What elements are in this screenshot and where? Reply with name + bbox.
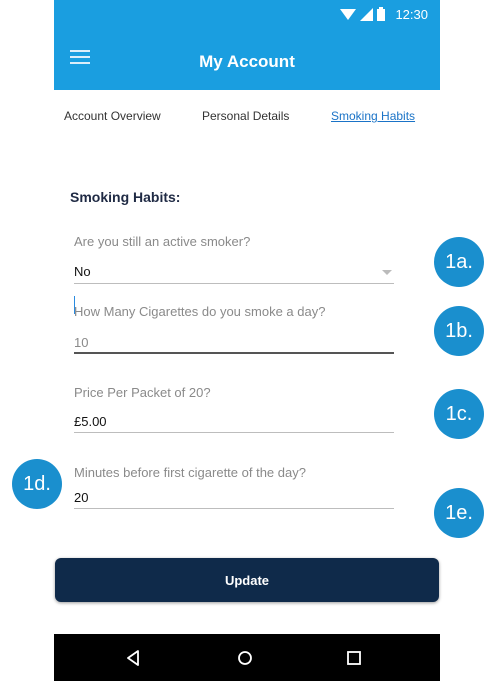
status-time: 12:30 [395, 6, 428, 22]
phone-screen: 12:30 My Account Account Overview Person… [54, 0, 440, 681]
back-icon[interactable] [121, 646, 145, 670]
annotation-badge-1d: 1d. [12, 459, 62, 509]
status-icons: 12:30 [340, 5, 428, 23]
update-button[interactable]: Update [55, 558, 439, 602]
annotation-badge-1a: 1a. [434, 237, 484, 287]
annotation-badge-1c: 1c. [434, 389, 484, 439]
annotation-badge-1b: 1b. [434, 306, 484, 356]
battery-icon [377, 7, 386, 21]
recents-icon[interactable] [342, 646, 366, 670]
minutes-first-cigarette-underline [74, 508, 394, 509]
tab-bar: Account Overview Personal Details Smokin… [62, 109, 432, 129]
active-smoker-label: Are you still an active smoker? [74, 234, 251, 249]
minutes-first-cigarette-input[interactable]: 20 [74, 490, 88, 505]
dropdown-arrow-icon[interactable] [382, 270, 392, 275]
tab-smoking-habits[interactable]: Smoking Habits [331, 109, 415, 123]
app-bar: My Account [54, 28, 440, 90]
app-title: My Account [199, 52, 295, 71]
active-smoker-underline [74, 283, 394, 284]
section-title: Smoking Habits: [70, 189, 181, 205]
cigarettes-per-day-input[interactable]: 10 [74, 335, 88, 350]
active-smoker-select[interactable]: No [74, 264, 91, 279]
price-per-packet-label: Price Per Packet of 20? [74, 385, 211, 400]
cigarettes-per-day-label: How Many Cigarettes do you smoke a day? [74, 304, 326, 319]
wifi-icon [340, 8, 357, 20]
android-nav-bar [54, 634, 440, 681]
annotation-badge-1e: 1e. [434, 488, 484, 538]
cigarettes-per-day-underline [74, 352, 394, 354]
status-bar: 12:30 [54, 0, 440, 28]
home-icon[interactable] [233, 646, 257, 670]
signal-icon [360, 7, 374, 21]
tab-account-overview[interactable]: Account Overview [64, 109, 161, 123]
tab-personal-details[interactable]: Personal Details [202, 109, 289, 123]
minutes-first-cigarette-label: Minutes before first cigarette of the da… [74, 465, 306, 480]
price-per-packet-underline [74, 432, 394, 433]
price-per-packet-input[interactable]: £5.00 [74, 414, 107, 429]
